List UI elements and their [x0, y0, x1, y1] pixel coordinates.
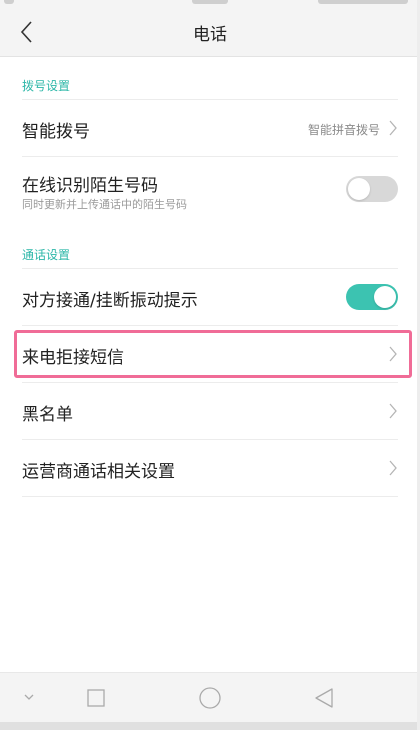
vibrate-on-connect-toggle[interactable] — [346, 284, 398, 310]
status-fragment — [318, 0, 408, 4]
row-reject-sms[interactable]: 来电拒接短信 — [0, 326, 420, 382]
row-online-identify[interactable]: 在线识别陌生号码 同时更新并上传通话中的陌生号码 — [0, 157, 420, 217]
row-label: 运营商通话相关设置 — [22, 462, 175, 482]
row-label: 智能拨号 — [22, 122, 90, 142]
online-identify-toggle[interactable] — [346, 176, 398, 202]
row-label: 来电拒接短信 — [22, 348, 124, 368]
settings-list: 拨号设置 智能拨号 智能拼音拨号 在线识别陌生号码 同时更新并上传通话中的陌生号… — [0, 57, 420, 672]
circle-icon — [199, 687, 221, 709]
page-title: 电话 — [193, 25, 227, 45]
row-subtitle: 同时更新并上传通话中的陌生号码 — [22, 198, 187, 211]
row-blacklist[interactable]: 黑名单 — [0, 383, 420, 439]
row-smart-dial[interactable]: 智能拨号 智能拼音拨号 — [0, 100, 420, 156]
nav-back-button[interactable] — [294, 673, 354, 723]
section-label-call: 通话设置 — [22, 248, 71, 262]
row-label: 在线识别陌生号码 — [22, 176, 158, 196]
nav-collapse-button[interactable] — [0, 673, 60, 723]
toggle-knob — [348, 178, 370, 200]
divider — [22, 496, 398, 497]
row-carrier-settings[interactable]: 运营商通话相关设置 — [0, 440, 420, 496]
chevron-right-icon — [389, 403, 397, 419]
row-value: 智能拼音拨号 — [307, 123, 380, 137]
row-label: 黑名单 — [22, 405, 73, 425]
toggle-knob — [374, 286, 396, 308]
section-label-dial: 拨号设置 — [22, 79, 71, 93]
system-nav-bar — [0, 672, 420, 723]
app-header: 电话 — [0, 8, 420, 57]
status-fragment — [192, 0, 228, 4]
row-label: 对方接通/挂断振动提示 — [22, 291, 198, 311]
triangle-back-icon — [315, 688, 333, 708]
chevron-right-icon — [389, 346, 397, 362]
status-bar — [0, 0, 420, 8]
square-icon — [87, 689, 105, 707]
chevron-right-icon — [389, 460, 397, 476]
chevron-down-icon — [24, 694, 34, 700]
row-vibrate-on-connect[interactable]: 对方接通/挂断振动提示 — [0, 269, 420, 325]
nav-recents-button[interactable] — [66, 673, 126, 723]
bottom-strip — [0, 722, 420, 730]
nav-home-button[interactable] — [180, 673, 240, 723]
status-fragment — [4, 0, 14, 4]
chevron-right-icon — [389, 120, 397, 136]
